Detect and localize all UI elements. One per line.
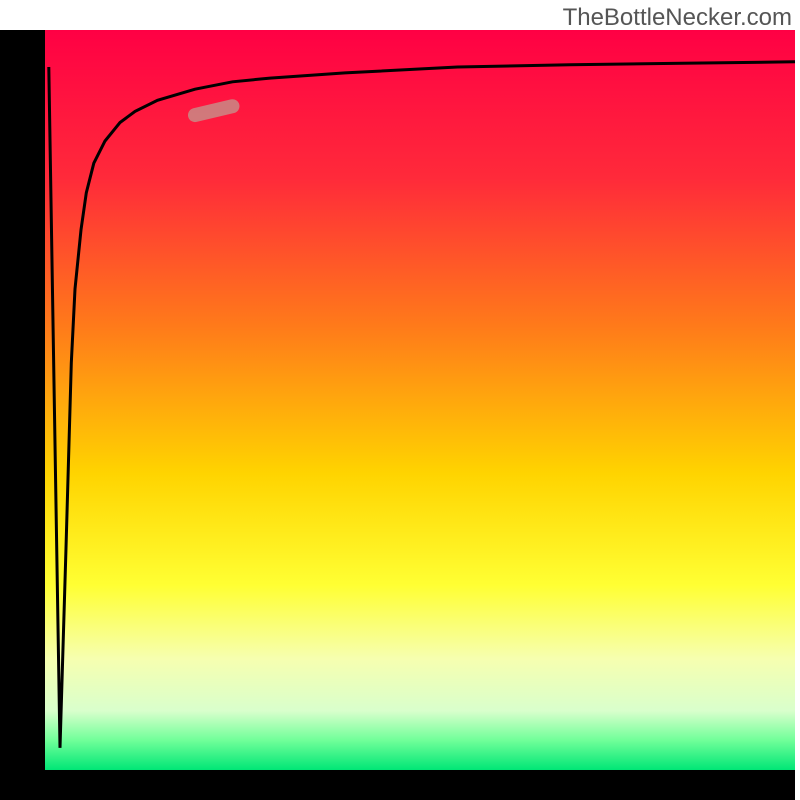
chart-container: TheBottleNecker.com	[0, 0, 800, 800]
axis-frame-left	[0, 30, 45, 800]
plot-gradient-background	[45, 30, 795, 770]
curve-marker	[195, 106, 233, 115]
watermark-label: TheBottleNecker.com	[563, 4, 792, 32]
bottleneck-chart	[0, 0, 800, 800]
axis-frame-bottom	[0, 770, 795, 800]
